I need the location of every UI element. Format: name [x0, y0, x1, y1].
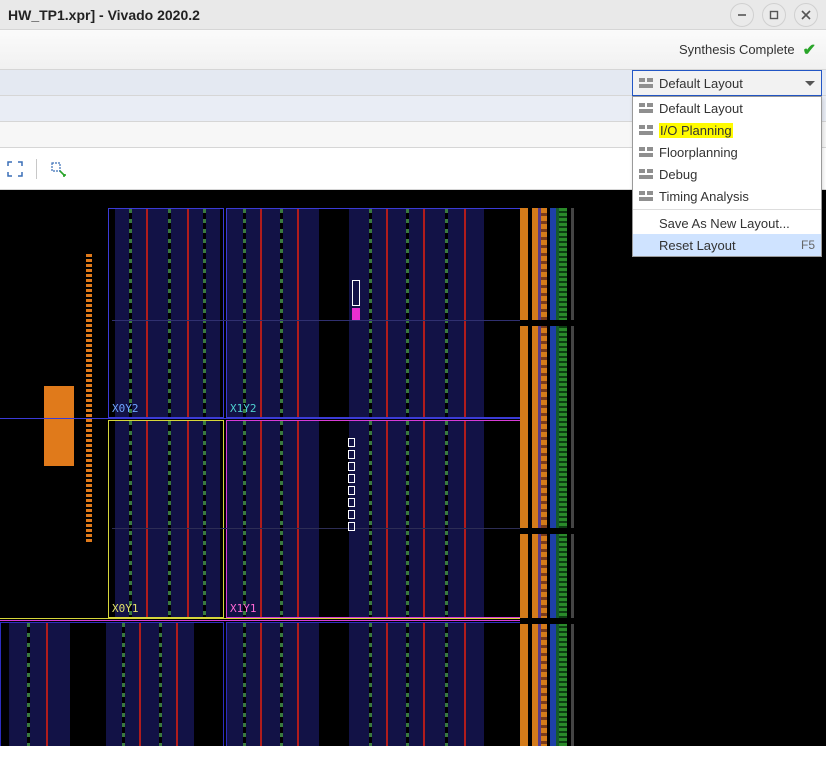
region-x0y1[interactable]: X0Y1: [108, 420, 224, 618]
layout-icon: [639, 147, 653, 157]
menu-label: Floorplanning: [659, 145, 738, 160]
right-cluster-gap: [520, 528, 586, 534]
menu-label: Timing Analysis: [659, 189, 749, 204]
menu-label: I/O Planning: [659, 123, 733, 138]
layout-icon: [639, 103, 653, 113]
menu-shortcut: F5: [791, 238, 815, 252]
highlighted-cell: [352, 308, 360, 320]
slice-line: [112, 528, 582, 529]
status-bar: Synthesis Complete ✔: [0, 30, 826, 70]
menu-label: Default Layout: [659, 101, 743, 116]
layout-dropdown: Default Layout I/O Planning Floorplannin…: [632, 96, 822, 257]
menu-label: Debug: [659, 167, 697, 182]
right-cluster-gap: [520, 320, 586, 326]
maximize-button[interactable]: [762, 3, 786, 27]
row-divider: [0, 418, 586, 419]
menu-label: Reset Layout: [659, 238, 736, 253]
menu-item-floorplanning[interactable]: Floorplanning: [633, 141, 821, 163]
select-area-icon[interactable]: [49, 160, 67, 178]
menu-item-default-layout[interactable]: Default Layout: [633, 97, 821, 119]
menu-label: Save As New Layout...: [659, 216, 790, 231]
status-text: Synthesis Complete: [679, 42, 795, 57]
device-view[interactable]: X0Y2: [0, 190, 826, 746]
window-title: HW_TP1.xpr] - Vivado 2020.2: [8, 7, 200, 23]
region-label: X0Y1: [112, 602, 139, 615]
layout-icon: [639, 169, 653, 179]
row-divider: [0, 618, 586, 619]
right-hardblock-cluster: [520, 208, 586, 746]
io-bank-left-block: [44, 386, 74, 466]
menu-item-io-planning[interactable]: I/O Planning: [633, 119, 821, 141]
menu-separator: [633, 209, 821, 210]
titlebar: HW_TP1.xpr] - Vivado 2020.2: [0, 0, 826, 30]
menu-item-timing-analysis[interactable]: Timing Analysis: [633, 185, 821, 207]
minimize-button[interactable]: [730, 3, 754, 27]
cell-marker: [352, 280, 360, 306]
region-label: X1Y2: [230, 402, 257, 415]
layout-icon: [639, 78, 653, 88]
layout-icon: [639, 125, 653, 135]
layout-selector-value: Default Layout: [659, 76, 743, 91]
region-x0y0[interactable]: [0, 622, 224, 746]
slice-line: [112, 320, 582, 321]
io-bank-left-dots: [86, 254, 92, 544]
layout-icon: [639, 191, 653, 201]
menu-item-debug[interactable]: Debug: [633, 163, 821, 185]
menu-item-save-layout[interactable]: Save As New Layout...: [633, 212, 821, 234]
toolbar-separator: [36, 159, 37, 179]
layout-selector[interactable]: Default Layout: [632, 70, 822, 96]
region-label: X0Y2: [112, 402, 139, 415]
row-divider: [0, 620, 586, 621]
close-button[interactable]: [794, 3, 818, 27]
fit-view-icon[interactable]: [6, 160, 24, 178]
region-label: X1Y1: [230, 602, 257, 615]
status-check-icon: ✔: [803, 40, 816, 60]
cell-markers-column: [348, 438, 355, 531]
chevron-down-icon: [805, 81, 815, 86]
right-cluster-gap: [520, 618, 586, 624]
menu-item-reset-layout[interactable]: Reset Layout F5: [633, 234, 821, 256]
region-x0y2[interactable]: X0Y2: [108, 208, 224, 418]
